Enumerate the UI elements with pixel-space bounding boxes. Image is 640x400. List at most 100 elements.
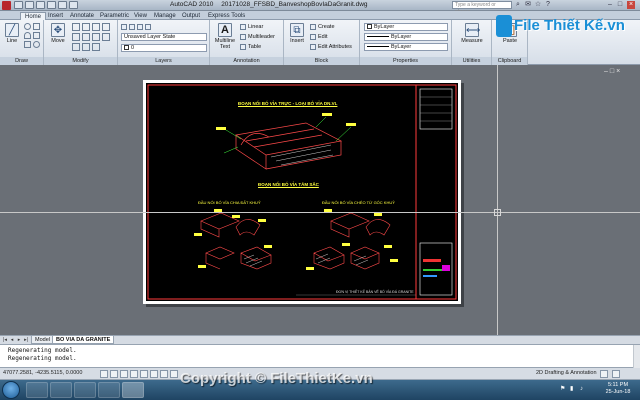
modify-panel-label[interactable]: Modify (44, 57, 117, 65)
fillet-icon[interactable] (82, 33, 90, 41)
rotate-icon[interactable] (72, 23, 80, 31)
command-scrollbar[interactable] (633, 345, 640, 369)
tab-output[interactable]: Output (178, 12, 204, 20)
linear-dim-button[interactable]: Linear (240, 23, 263, 31)
create-block-button[interactable]: Create (310, 23, 335, 31)
hatch-icon[interactable] (33, 32, 40, 39)
tray-volume-icon[interactable]: ♪ (580, 386, 586, 392)
move-button[interactable]: ✥ Move (48, 23, 68, 44)
maximize-icon[interactable]: □ (616, 1, 624, 9)
tab-annotate[interactable]: Annotate (66, 12, 98, 20)
clipboard-panel-label[interactable]: Clipboard (492, 57, 527, 65)
ortho-toggle-icon[interactable] (120, 370, 128, 378)
osnap-toggle-icon[interactable] (140, 370, 148, 378)
taskbar-explorer-icon[interactable] (50, 382, 72, 398)
mirror-icon[interactable] (72, 33, 80, 41)
snap-toggle-icon[interactable] (100, 370, 108, 378)
ellipse-icon[interactable] (33, 41, 40, 48)
next-tab-icon[interactable]: ▸ (16, 337, 22, 343)
prev-tab-icon[interactable]: ◂ (9, 337, 15, 343)
taskbar-chrome-icon[interactable] (98, 382, 120, 398)
autocad-app-icon[interactable] (2, 1, 11, 10)
taskbar-clock[interactable]: 5:11 PM 25-Jun-18 (599, 382, 637, 396)
layer-color-icon[interactable] (145, 23, 151, 30)
search-icon[interactable]: ⌕ (514, 1, 522, 9)
insert-block-button[interactable]: ⧉ Insert (287, 23, 307, 44)
layout-viewport[interactable]: ĐOẠN NỐI BÓ VỈA TRỰC - LOẠI BÓ VỈA DN.VL… (146, 83, 458, 301)
table-button[interactable]: Table (240, 43, 261, 51)
viewport-controls[interactable]: –□× (604, 68, 622, 75)
search-input[interactable]: Type a keyword or phrase (452, 1, 512, 15)
scale-icon[interactable] (72, 43, 80, 51)
block-panel-label[interactable]: Block (284, 57, 359, 65)
coordinate-readout[interactable]: 47077.2581, -4235.5115, 0.0000 (3, 370, 82, 376)
help-icon[interactable]: ? (544, 1, 552, 9)
annotation-panel-label[interactable]: Annotation (210, 57, 283, 65)
drawing-canvas[interactable]: –□× ĐOẠN NỐI BÓ VỈA TRỰC - LOẠI BÓ VỈA D… (0, 65, 640, 335)
open-file-icon[interactable] (25, 1, 34, 9)
layer-sun-icon[interactable] (129, 23, 135, 30)
layers-panel-label[interactable]: Layers (118, 57, 209, 65)
tab-model[interactable]: Model (31, 336, 54, 344)
edit-attributes-button[interactable]: Edit Attributes (310, 43, 352, 51)
tab-express-tools[interactable]: Express Tools (204, 12, 249, 20)
dyn-toggle-icon[interactable] (170, 370, 178, 378)
undo-icon[interactable] (47, 1, 56, 9)
last-tab-icon[interactable]: ▸| (23, 337, 29, 343)
workspace-switcher[interactable]: 2D Drafting & Annotation (536, 370, 597, 376)
taskbar-ie-icon[interactable] (26, 382, 48, 398)
plot-icon[interactable] (69, 1, 78, 9)
tab-view[interactable]: View (130, 12, 151, 20)
explode-icon[interactable] (92, 33, 100, 41)
layer-dropdown[interactable]: 0 (121, 44, 207, 52)
array-icon[interactable] (82, 43, 90, 51)
arc-icon[interactable] (24, 32, 31, 39)
circle-icon[interactable] (24, 23, 31, 30)
minimize-icon[interactable]: – (606, 1, 614, 9)
polyline-icon[interactable] (24, 41, 31, 48)
layer-lock-icon[interactable] (137, 23, 143, 30)
first-tab-icon[interactable]: |◂ (2, 337, 8, 343)
tray-flag-icon[interactable]: ⚑ (560, 386, 566, 392)
taskbar-media-icon[interactable] (74, 382, 96, 398)
command-line[interactable]: Regenerating model. Regenerating model. (0, 344, 640, 369)
close-icon[interactable]: × (627, 1, 635, 9)
measure-button[interactable]: ⟷ Measure (455, 23, 489, 44)
start-button[interactable] (2, 381, 20, 399)
linetype-dropdown[interactable]: ByLayer (364, 33, 448, 41)
communication-center-icon[interactable]: ✉ (524, 1, 532, 9)
color-dropdown[interactable]: ByLayer (364, 23, 448, 31)
ducs-toggle-icon[interactable] (160, 370, 168, 378)
otrack-toggle-icon[interactable] (150, 370, 158, 378)
redo-icon[interactable] (58, 1, 67, 9)
tab-parametric[interactable]: Parametric (96, 12, 133, 20)
rectangle-icon[interactable] (33, 23, 40, 30)
layer-properties-icon[interactable] (121, 23, 127, 30)
multileader-button[interactable]: Multileader (240, 33, 275, 41)
edit-block-button[interactable]: Edit (310, 33, 327, 41)
copy-icon[interactable] (102, 23, 110, 31)
layer-state-dropdown[interactable]: Unsaved Layer State (121, 33, 207, 41)
new-file-icon[interactable] (14, 1, 23, 9)
taskbar-autocad-icon[interactable] (122, 382, 144, 398)
properties-panel-label[interactable]: Properties (360, 57, 451, 65)
tab-bo-via-da-granite[interactable]: BO VIA DA GRANITE (52, 336, 115, 344)
tab-insert[interactable]: Insert (44, 12, 67, 20)
lock-ui-icon[interactable] (600, 370, 608, 378)
polar-toggle-icon[interactable] (130, 370, 138, 378)
lineweight-dropdown[interactable]: ByLayer (364, 43, 448, 51)
multiline-text-button[interactable]: A Multiline Text (213, 23, 237, 50)
utilities-panel-label[interactable]: Utilities (452, 57, 491, 65)
trim-icon[interactable] (82, 23, 90, 31)
favorites-star-icon[interactable]: ☆ (534, 1, 542, 9)
offset-icon[interactable] (92, 43, 100, 51)
save-icon[interactable] (36, 1, 45, 9)
draw-panel-label[interactable]: Draw (0, 57, 43, 65)
grid-toggle-icon[interactable] (110, 370, 118, 378)
tray-network-icon[interactable]: ▮ (570, 386, 576, 392)
stretch-icon[interactable] (102, 33, 110, 41)
tab-manage[interactable]: Manage (150, 12, 180, 20)
line-button[interactable]: ╱ Line (2, 23, 22, 44)
erase-icon[interactable] (92, 23, 100, 31)
clean-screen-icon[interactable] (612, 370, 620, 378)
